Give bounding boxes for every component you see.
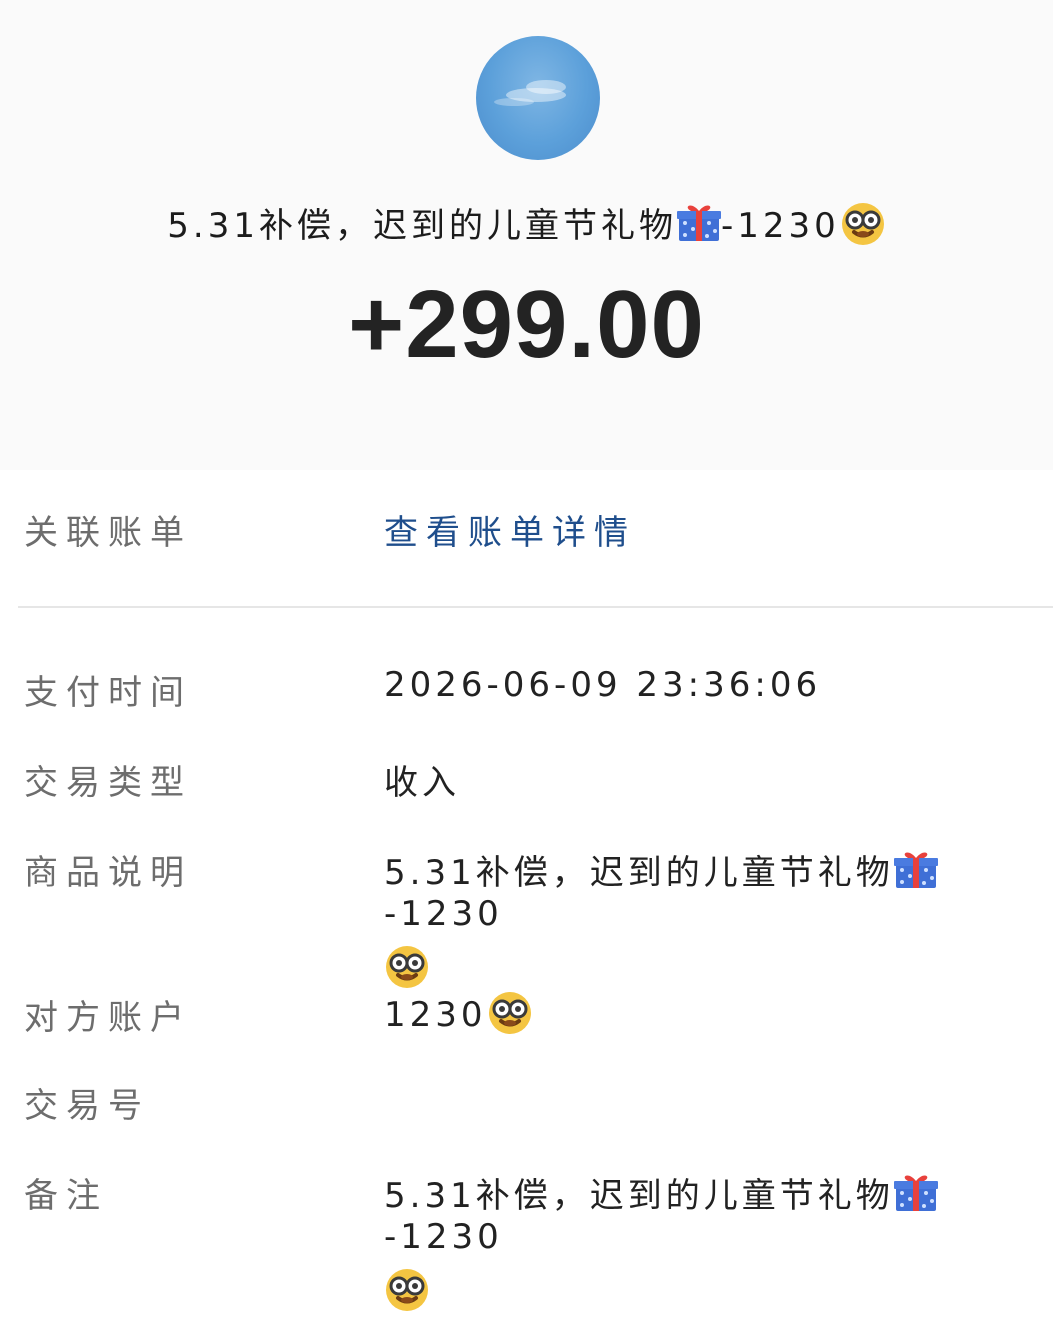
transaction-header: 5.31补偿，迟到的儿童节礼物 -1230 +299.00: [0, 0, 1053, 470]
nerd-face-icon: [384, 944, 430, 990]
transaction-type-label: 交易类型: [24, 763, 192, 803]
transaction-title: 5.31补偿，迟到的儿童节礼物 -1230: [0, 198, 1053, 247]
title-text: 5.31补偿，迟到的儿童节礼物: [167, 206, 677, 246]
product-description-text: 5.31补偿，迟到的儿童节礼物: [384, 853, 894, 893]
view-bill-details-link[interactable]: 查看账单详情: [384, 505, 636, 554]
nerd-face-icon: [487, 990, 533, 1036]
related-bill-label: 关联账单: [24, 513, 192, 553]
payment-time-label: 支付时间: [24, 673, 192, 713]
title-suffix: -1230: [720, 206, 840, 246]
gift-icon: [894, 850, 938, 890]
nerd-face-icon: [840, 201, 886, 247]
remark-text: 5.31补偿，迟到的儿童节礼物: [384, 1176, 894, 1216]
transaction-amount: +299.00: [348, 271, 705, 378]
product-description-suffix: -1230: [384, 894, 503, 934]
gift-icon: [677, 203, 721, 243]
gift-icon: [894, 1173, 938, 1213]
counterparty-account-value: 1230: [384, 990, 533, 1036]
nerd-face-icon: [384, 1267, 430, 1313]
sky-avatar-icon: [476, 36, 600, 160]
counterparty-account-text: 1230: [384, 995, 487, 1035]
counterparty-account-label: 对方账户: [24, 998, 192, 1038]
transaction-number-label: 交易号: [24, 1086, 150, 1126]
payment-time-value: 2026-06-09 23:36:06: [384, 665, 822, 705]
product-description-value: 5.31补偿，迟到的儿童节礼物-1230: [384, 845, 1044, 990]
remark-label: 备注: [24, 1176, 108, 1216]
product-description-label: 商品说明: [24, 853, 192, 893]
divider: [18, 606, 1053, 608]
transaction-type-value: 收入: [384, 763, 460, 803]
remark-suffix: -1230: [384, 1217, 503, 1257]
remark-value: 5.31补偿，迟到的儿童节礼物-1230: [384, 1168, 1044, 1313]
